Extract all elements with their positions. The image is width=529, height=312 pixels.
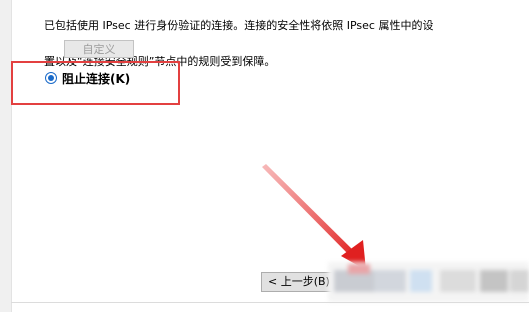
block-connection-radio[interactable] — [45, 72, 57, 84]
radio-selected-dot — [48, 75, 54, 81]
blurred-buttons-region — [328, 262, 529, 302]
description-line-1: 已包括使用 IPsec 进行身份验证的连接。连接的安全性将依照 IPsec 属性… — [44, 19, 434, 32]
bottom-divider — [11, 302, 529, 303]
back-button[interactable]: < 上一步(B) — [261, 272, 335, 292]
arrow-shaft — [262, 164, 357, 258]
block-connection-option[interactable]: 阻止连接(K) — [45, 71, 131, 86]
customize-button[interactable]: 自定义 — [64, 40, 134, 58]
block-connection-label: 阻止连接(K) — [62, 71, 131, 86]
